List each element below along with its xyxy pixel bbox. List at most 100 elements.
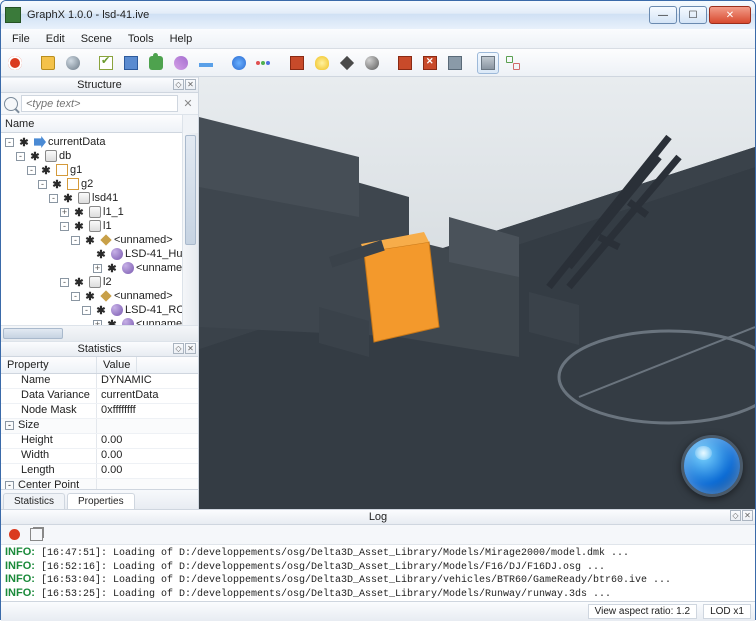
light-button[interactable] (311, 52, 333, 74)
collapse-icon[interactable]: - (82, 306, 91, 315)
tree-node[interactable]: -g2 (1, 177, 198, 191)
tree-node[interactable]: -<unnamed> (1, 289, 198, 303)
search-input[interactable] (21, 95, 178, 112)
group-toggle-icon[interactable]: - (5, 481, 14, 490)
validate-button[interactable] (95, 52, 117, 74)
viewport-3d[interactable] (199, 77, 755, 509)
tree-node-label: l2 (103, 276, 112, 288)
tree-node[interactable]: - l2 (1, 275, 198, 289)
stop-button[interactable] (4, 52, 26, 74)
tree-node[interactable]: +<unnamed> (1, 317, 198, 325)
menu-file[interactable]: File (5, 31, 37, 47)
property-row[interactable]: Data VariancecurrentData (1, 389, 198, 404)
tree-node[interactable]: +<unnamed> (1, 261, 198, 275)
tree-node[interactable]: -l1 (1, 219, 198, 233)
tree-node[interactable]: -currentData (1, 135, 198, 149)
property-row[interactable]: -Center Point (1, 479, 198, 489)
collapse-icon[interactable]: - (16, 152, 25, 161)
search-bar: ✕ (1, 93, 198, 115)
spread-icon (506, 56, 520, 70)
scene-tree[interactable]: -currentData-db-g1-g2-lsd41+l1_1-l1-<unn… (1, 133, 198, 325)
maximize-button[interactable]: ☐ (679, 6, 707, 24)
structure-column-header[interactable]: Name (1, 115, 198, 133)
move-button[interactable] (228, 52, 250, 74)
property-row[interactable]: NameDYNAMIC (1, 374, 198, 389)
layers-button[interactable] (477, 52, 499, 74)
tree-node[interactable]: -lsd41 (1, 191, 198, 205)
col-value[interactable]: Value (97, 357, 137, 373)
property-row[interactable]: Node Mask0xffffffff (1, 404, 198, 419)
pin-icon[interactable]: ◇ (173, 79, 184, 90)
tree-node[interactable]: LSD-41_Hul (1, 247, 198, 261)
tab-statistics[interactable]: Statistics (3, 493, 65, 509)
tree-node[interactable]: + l1_1 (1, 205, 198, 219)
arrows-icon (232, 56, 246, 70)
property-row[interactable]: Height0.00 (1, 434, 198, 449)
collapse-icon[interactable]: - (38, 180, 47, 189)
property-row[interactable]: -Size (1, 419, 198, 434)
add-brick-button[interactable] (394, 52, 416, 74)
sphere-button[interactable] (361, 52, 383, 74)
solid-button[interactable] (336, 52, 358, 74)
scrollbar-thumb[interactable] (3, 328, 63, 339)
expand-icon[interactable]: + (93, 264, 102, 273)
effects-button[interactable] (170, 52, 192, 74)
tree-scrollbar-h[interactable] (1, 325, 198, 341)
brick-button[interactable] (286, 52, 308, 74)
panel-close-icon[interactable]: ✕ (185, 79, 196, 90)
expand-icon[interactable]: + (60, 208, 69, 217)
property-row[interactable]: Width0.00 (1, 449, 198, 464)
log-clear-button[interactable] (5, 527, 23, 543)
open-button[interactable] (37, 52, 59, 74)
remove-brick-button[interactable] (419, 52, 441, 74)
log-toolbar (1, 525, 755, 545)
property-key: -Center Point (1, 479, 97, 489)
group-toggle-icon[interactable]: - (5, 421, 14, 430)
tree-node[interactable]: -g1 (1, 163, 198, 177)
property-row[interactable]: Length0.00 (1, 464, 198, 479)
tree-node[interactable]: -db (1, 149, 198, 163)
pin-icon[interactable]: ◇ (730, 510, 741, 521)
window-title: GraphX 1.0.0 - lsd-41.ive (27, 9, 649, 21)
pin-icon[interactable]: ◇ (173, 343, 184, 354)
collapse-icon[interactable]: - (71, 236, 80, 245)
tree-node-label: l1_1 (103, 206, 124, 218)
x-icon (73, 220, 85, 232)
collapse-icon[interactable]: - (60, 278, 69, 287)
collapse-icon[interactable]: - (71, 292, 80, 301)
collapse-icon[interactable]: - (60, 222, 69, 231)
plugin-button[interactable] (145, 52, 167, 74)
globe-button[interactable] (62, 52, 84, 74)
log-output[interactable]: INFO: [16:47:51]: Loading of D:/developp… (1, 545, 755, 601)
tree-scrollbar-v[interactable] (182, 133, 198, 325)
menu-help[interactable]: Help (163, 31, 200, 47)
panel-close-icon[interactable]: ✕ (185, 343, 196, 354)
gray-brick-button[interactable] (444, 52, 466, 74)
property-value: 0.00 (97, 449, 122, 463)
titlebar: GraphX 1.0.0 - lsd-41.ive — ☐ ✕ (1, 1, 755, 29)
collapse-icon[interactable]: - (27, 166, 36, 175)
compass-gizmo[interactable] (681, 435, 743, 497)
log-copy-button[interactable] (27, 527, 45, 543)
col-property[interactable]: Property (1, 357, 97, 373)
tree-node[interactable]: -LSD-41_RC0 (1, 303, 198, 317)
tree-node[interactable]: -<unnamed> (1, 233, 198, 247)
scrollbar-thumb[interactable] (185, 135, 196, 245)
tab-properties[interactable]: Properties (67, 493, 135, 509)
panel-close-icon[interactable]: ✕ (742, 510, 753, 521)
spread-button[interactable] (502, 52, 524, 74)
close-button[interactable]: ✕ (709, 6, 751, 24)
save-button[interactable] (120, 52, 142, 74)
minimize-button[interactable]: — (649, 6, 677, 24)
collapse-icon[interactable]: - (5, 138, 14, 147)
x-icon (84, 234, 96, 246)
collapse-button[interactable] (195, 52, 217, 74)
menu-edit[interactable]: Edit (39, 31, 72, 47)
menu-tools[interactable]: Tools (121, 31, 161, 47)
folder-icon (41, 56, 55, 70)
collapse-icon[interactable]: - (49, 194, 58, 203)
menu-scene[interactable]: Scene (74, 31, 119, 47)
db-icon (78, 192, 90, 204)
clear-search-button[interactable]: ✕ (181, 97, 195, 111)
rgb-button[interactable] (253, 52, 275, 74)
